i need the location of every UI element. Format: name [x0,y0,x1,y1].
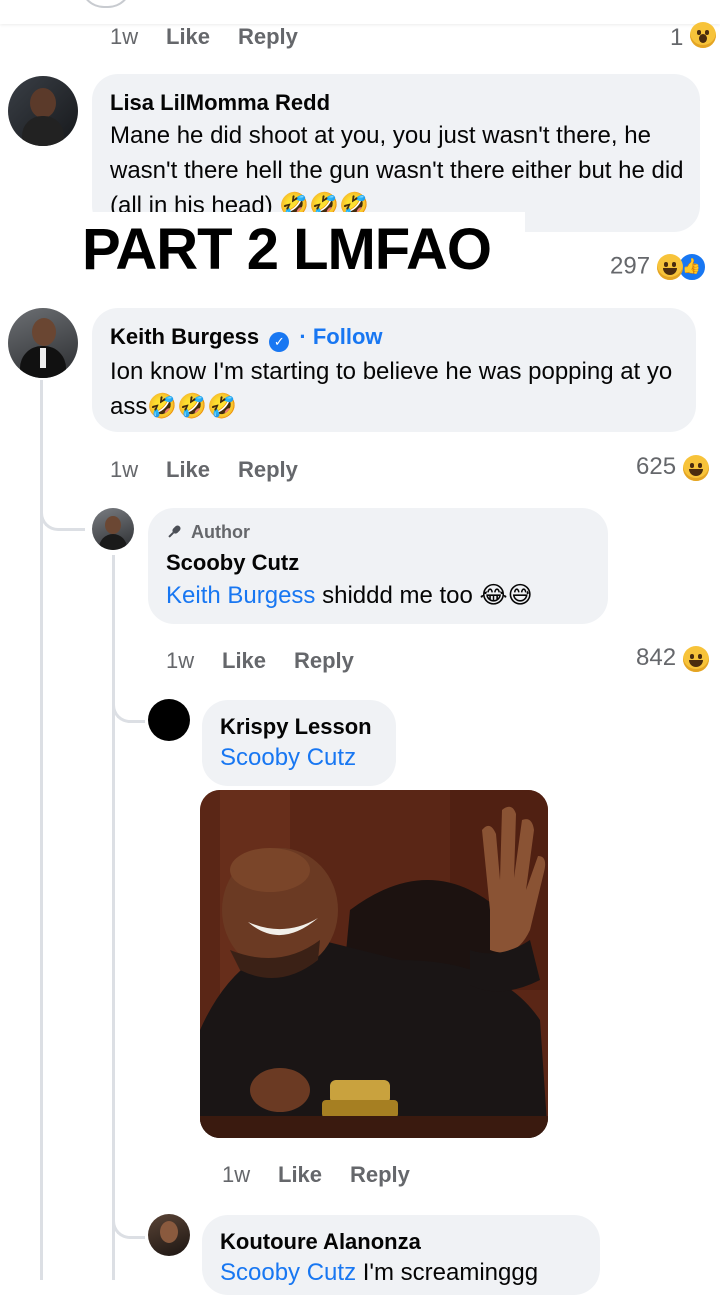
haha-reaction-icon [682,454,709,481]
like-button[interactable]: Like [222,648,266,674]
comment-bubble: Koutoure Alanonza Scooby Cutz I'm scream… [202,1215,600,1295]
comment-bubble: Author Scooby Cutz Keith Burgess shiddd … [148,508,608,624]
mention-link[interactable]: Keith Burgess [166,582,315,609]
avatar[interactable] [8,308,78,378]
commenter-name[interactable]: Lisa LilMomma Redd [110,90,330,116]
reaction-summary[interactable]: 625 [636,453,709,481]
reaction-count: 1 [670,24,684,51]
reaction-gif-image[interactable] [200,790,548,1138]
reply-connector [112,1196,145,1239]
author-badge: Author [191,522,250,542]
reaction-summary[interactable]: 297 👍 [610,252,707,282]
like-button[interactable]: Like [278,1162,322,1188]
follow-link[interactable]: · Follow [299,324,382,349]
comment-bubble: Lisa LilMomma Redd Mane he did shoot at … [92,74,700,232]
comment-time: 1w [166,648,195,673]
comment-text: Keith Burgess shiddd me too 😂😅 [166,578,533,613]
reaction-count: 297 [610,252,651,280]
verified-badge-icon: ✓ [269,332,290,352]
avatar[interactable] [92,508,134,550]
reaction-summary[interactable]: 842 [636,644,709,672]
comment-bubble: Keith Burgess ✓ · Follow Ion know I'm st… [92,308,696,432]
avatar[interactable] [8,76,78,146]
commenter-name[interactable]: Keith Burgess [110,324,259,349]
haha-reaction-icon [682,645,709,672]
comment-body: shiddd me too 😂😅 [315,582,533,609]
avatar[interactable] [148,699,190,741]
comment-text: Mane he did shoot at you, you just wasn'… [110,122,684,219]
overlay-caption: PART 2 LMFAO [82,217,492,282]
like-button[interactable]: Like [166,24,210,50]
comment-actions: 1w Like Reply [0,1162,720,1192]
microphone-icon [163,521,186,544]
reply-button[interactable]: Reply [238,24,298,50]
reply-button[interactable]: Reply [294,648,354,674]
comment-text: Ion know I'm starting to believe he was … [110,358,673,420]
comment-bubble: Krispy Lesson Scooby Cutz [202,700,396,786]
commenter-name[interactable]: Scooby Cutz [166,550,299,576]
comment-body: I'm screaminggg [356,1259,539,1286]
comment-time: 1w [110,24,139,49]
comment-actions: 1w Like Reply [0,648,720,678]
comment-time: 1w [110,457,139,482]
top-comment-actions: 1w Like Reply 1 [0,22,720,54]
mention-link[interactable]: Scooby Cutz [220,1259,356,1286]
like-button[interactable]: Like [166,457,210,483]
reply-button[interactable]: Reply [350,1162,410,1188]
mention-link[interactable]: Scooby Cutz [220,740,356,775]
commenter-name[interactable]: Krispy Lesson [220,714,372,740]
reaction-count: 842 [636,644,677,671]
comment-actions: 1w Like Reply [0,457,720,487]
commenter-name[interactable]: Koutoure Alanonza [220,1229,421,1255]
haha-reaction-icon [656,254,683,280]
reply-button[interactable]: Reply [238,457,298,483]
comment-time: 1w [222,1162,251,1187]
reaction-count: 625 [636,453,677,480]
gif-scene [200,790,548,1138]
reply-connector [40,488,85,531]
comment-text: Scooby Cutz I'm screaminggg [220,1255,538,1290]
reply-connector [112,680,145,723]
avatar[interactable] [148,1214,190,1256]
